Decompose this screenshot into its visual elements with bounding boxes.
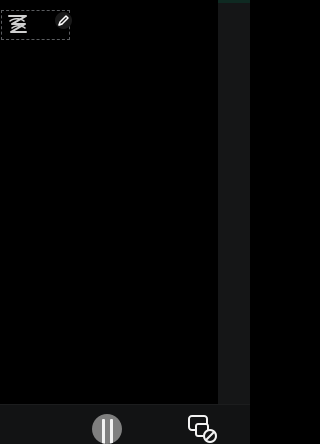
pause-icon xyxy=(110,419,113,444)
top-accent-line xyxy=(218,0,250,3)
pause-button[interactable] xyxy=(92,414,122,444)
pencil-edit-icon[interactable] xyxy=(55,12,72,29)
side-panel-strip xyxy=(218,0,250,404)
sticker-icon[interactable] xyxy=(6,13,30,35)
video-canvas[interactable] xyxy=(0,0,218,404)
device-mute-icon[interactable] xyxy=(186,412,220,444)
app-root xyxy=(0,0,250,444)
pause-icon xyxy=(102,419,105,444)
